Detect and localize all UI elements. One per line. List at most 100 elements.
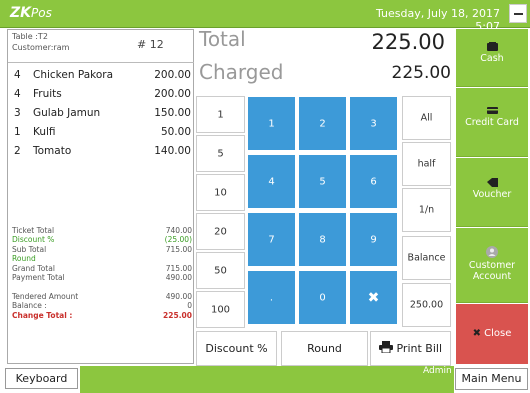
user-label: Admin xyxy=(423,366,452,376)
sub-total-label: Sub Total xyxy=(12,244,47,254)
keypad-label: . xyxy=(269,292,274,303)
main-menu-button[interactable]: Main Menu xyxy=(455,368,528,390)
item-qty: 2 xyxy=(14,145,21,157)
discount-label: Discount % xyxy=(12,235,55,245)
quick-amount-label: 20 xyxy=(214,226,227,237)
keypad-label: 9 xyxy=(370,234,377,245)
keypad-button[interactable]: 4 xyxy=(247,154,296,209)
cash-button[interactable]: Cash xyxy=(456,29,528,87)
order-list: 4 Chicken Pakora 200.00 4 Fruits 200.00 3 Gul… xyxy=(8,62,194,222)
keypad-button[interactable]: 1 xyxy=(247,96,296,151)
item-name: Chicken Pakora xyxy=(33,69,114,81)
quick-amount-button[interactable]: 20 xyxy=(196,213,245,250)
item-name: Kulfi xyxy=(33,126,56,138)
half-button[interactable]: half xyxy=(402,142,451,186)
list-item[interactable]: 3 Gulab Jamun 150.00 xyxy=(8,104,194,123)
close-icon: ✖ xyxy=(472,328,481,339)
list-item[interactable]: 2 Tomato 140.00 xyxy=(8,142,194,161)
item-price: 150.00 xyxy=(154,107,191,119)
item-name: Fruits xyxy=(33,88,62,100)
balance-value: 0 xyxy=(187,301,192,311)
list-item[interactable]: 4 Chicken Pakora 200.00 xyxy=(8,66,194,85)
charged-label: Charged xyxy=(199,60,284,84)
keypad-button[interactable]: 8 xyxy=(298,212,347,267)
close-label: Close xyxy=(484,328,512,339)
amount-250-button[interactable]: 250.00 xyxy=(402,283,451,327)
quick-amount-label: 5 xyxy=(217,148,224,159)
credit-card-label: Credit Card xyxy=(465,117,519,128)
keypad-label: 1 xyxy=(268,118,275,129)
quick-amount-button[interactable]: 1 xyxy=(196,96,245,133)
keypad-label: 3 xyxy=(370,118,377,129)
keypad-label: 5 xyxy=(319,176,326,187)
balance-button[interactable]: Balance xyxy=(402,236,451,280)
payment-total-value: 490.00 xyxy=(165,272,192,282)
list-item[interactable]: 1 Kulfi 50.00 xyxy=(8,123,194,142)
keypad-button[interactable]: 7 xyxy=(247,212,296,267)
item-price: 200.00 xyxy=(154,88,191,100)
total-value: 225.00 xyxy=(371,30,445,54)
table-label: Table :T2 xyxy=(12,32,48,41)
keyboard-button[interactable]: Keyboard xyxy=(5,368,78,389)
keypad-button[interactable]: 2 xyxy=(298,96,347,151)
clear-icon: ✖ xyxy=(367,289,380,306)
keypad-button[interactable]: 9 xyxy=(349,212,398,267)
cash-label: Cash xyxy=(480,53,504,64)
quick-amount-label: 100 xyxy=(210,304,231,315)
item-price: 140.00 xyxy=(154,145,191,157)
charged-value: 225.00 xyxy=(391,63,451,83)
discount-button[interactable]: Discount % xyxy=(196,331,277,366)
print-bill-button[interactable]: Print Bill xyxy=(370,331,451,366)
round-label: Round xyxy=(12,254,36,264)
cash-icon xyxy=(486,42,498,51)
quick-amount-button[interactable]: 100 xyxy=(196,291,245,328)
all-button[interactable]: All xyxy=(402,96,451,140)
quick-amount-label: 50 xyxy=(214,265,227,276)
tendered-label: Tendered Amount xyxy=(12,291,79,301)
split-label: 1/n xyxy=(418,204,435,216)
grand-total-label: Grand Total xyxy=(12,263,55,273)
keypad-button[interactable]: 5 xyxy=(298,154,347,209)
total-label: Total xyxy=(199,27,246,51)
minimize-button[interactable] xyxy=(509,4,527,23)
list-item[interactable]: 4 Fruits 200.00 xyxy=(8,85,194,104)
keypad-label: 4 xyxy=(268,176,275,187)
keypad-label: 7 xyxy=(268,234,275,245)
item-qty: 1 xyxy=(14,126,21,138)
voucher-button[interactable]: Voucher xyxy=(456,158,528,227)
keypad-button[interactable]: 0 xyxy=(298,270,347,325)
payment-total-label: Payment Total xyxy=(12,272,65,282)
quick-amount-button[interactable]: 50 xyxy=(196,252,245,289)
close-button[interactable]: ✖ Close xyxy=(456,304,528,364)
keypad-label: 6 xyxy=(370,176,377,187)
printer-icon xyxy=(378,341,393,354)
keypad-label: 2 xyxy=(319,118,326,129)
item-qty: 3 xyxy=(14,107,21,119)
quick-amount-button[interactable]: 5 xyxy=(196,135,245,172)
quick-amount-button[interactable]: 10 xyxy=(196,174,245,211)
customer-account-button[interactable]: Customer Account xyxy=(456,228,528,303)
amount-label: 250.00 xyxy=(409,299,444,311)
round-button[interactable]: Round xyxy=(281,331,368,366)
item-qty: 4 xyxy=(14,69,21,81)
customer-label: Customer:ram xyxy=(12,43,70,52)
change-total-label: Change Total : xyxy=(12,310,73,320)
quick-amount-label: 10 xyxy=(214,187,227,198)
item-price: 200.00 xyxy=(154,69,191,81)
split-button[interactable]: 1/n xyxy=(402,188,451,232)
item-name: Gulab Jamun xyxy=(33,107,101,119)
ticket-total-label: Ticket Total xyxy=(12,226,55,235)
user-icon xyxy=(486,246,498,258)
credit-card-button[interactable]: Credit Card xyxy=(456,88,528,157)
ticket-info: Table :T2 Customer:ram xyxy=(12,31,69,53)
quick-amount-label: 1 xyxy=(217,109,224,120)
voucher-label: Voucher xyxy=(472,189,512,200)
keypad-button[interactable]: 3 xyxy=(349,96,398,151)
balance-label: Balance : xyxy=(12,301,47,311)
keypad-clear-button[interactable]: ✖ xyxy=(349,270,398,325)
item-price: 50.00 xyxy=(160,126,191,138)
half-label: half xyxy=(417,158,436,170)
keypad-label: 8 xyxy=(319,234,326,245)
keypad-decimal-button[interactable]: . xyxy=(247,270,296,325)
keypad-button[interactable]: 6 xyxy=(349,154,398,209)
